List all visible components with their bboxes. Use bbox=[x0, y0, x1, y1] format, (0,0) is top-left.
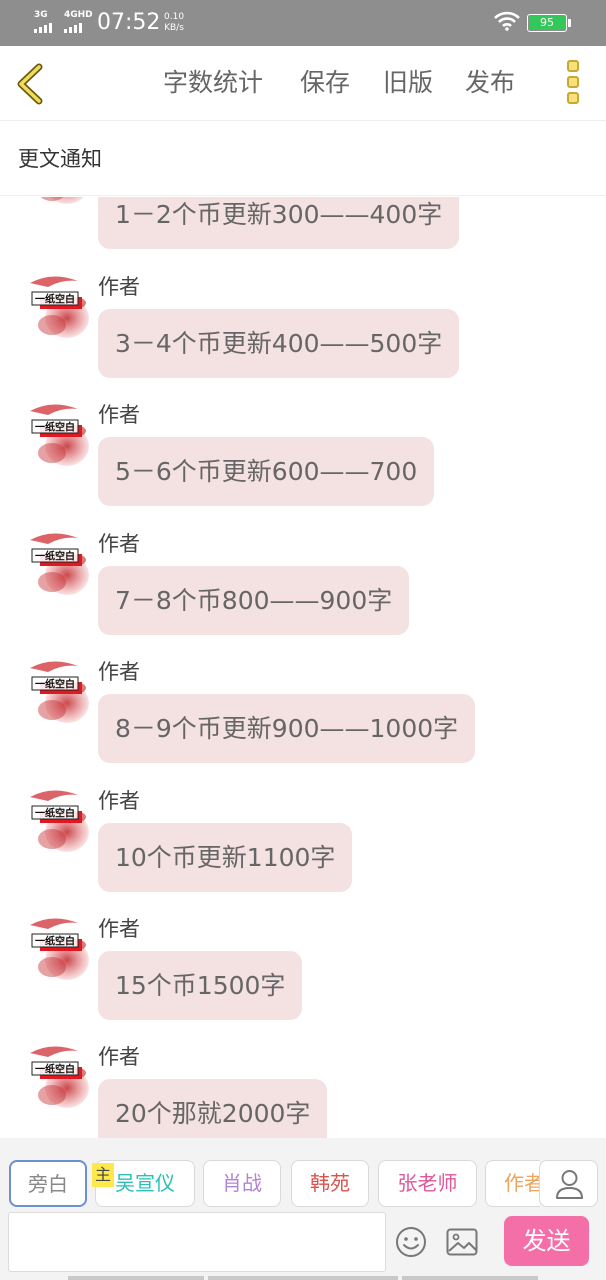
message-bubble[interactable]: 1－2个币更新300——400字 bbox=[98, 197, 460, 249]
wifi-icon bbox=[494, 11, 520, 31]
word-count-button[interactable]: 字数统计 bbox=[163, 66, 263, 100]
chapter-title: 更文通知 bbox=[18, 147, 102, 171]
signal-bars-icon bbox=[34, 23, 52, 33]
host-badge: 主 bbox=[92, 1163, 114, 1187]
role-han-yuan[interactable]: 韩苑 bbox=[291, 1160, 369, 1207]
author-name: 作者 bbox=[98, 275, 140, 299]
message-bubble[interactable]: 5－6个币更新600——700 bbox=[98, 437, 435, 506]
network-speed: 0.10 KB/s bbox=[164, 12, 184, 34]
author-name: 作者 bbox=[98, 789, 140, 813]
message-bubble[interactable]: 10个币更新1100字 bbox=[98, 823, 353, 892]
signal-3g-label: 3G bbox=[34, 10, 48, 20]
author-avatar[interactable] bbox=[22, 787, 92, 857]
nav-indicator bbox=[208, 1276, 398, 1280]
save-button[interactable]: 保存 bbox=[300, 66, 350, 100]
role-xiao-zhan[interactable]: 肖战 bbox=[203, 1160, 281, 1207]
author-name: 作者 bbox=[98, 1045, 140, 1069]
emoji-icon[interactable] bbox=[395, 1226, 427, 1258]
top-nav: 字数统计 保存 旧版 发布 bbox=[0, 46, 606, 121]
author-avatar[interactable] bbox=[22, 658, 92, 728]
clock: 07:52 bbox=[97, 10, 161, 35]
speed-unit: KB/s bbox=[164, 23, 184, 33]
author-name: 作者 bbox=[98, 917, 140, 941]
message-bubble[interactable]: 3－4个币更新400——500字 bbox=[98, 309, 460, 378]
message-bubble[interactable]: 15个币1500字 bbox=[98, 951, 303, 1020]
status-bar: 3G 4GHD 07:52 0.10 KB/s 95 bbox=[0, 0, 606, 46]
signal-bars-icon bbox=[64, 23, 82, 33]
message-bubble[interactable]: 20个那就2000字 bbox=[98, 1079, 328, 1138]
person-icon bbox=[556, 1170, 583, 1199]
manage-roles-button[interactable] bbox=[539, 1160, 598, 1207]
publish-button[interactable]: 发布 bbox=[465, 66, 515, 100]
role-narrator[interactable]: 旁白 bbox=[9, 1160, 87, 1207]
author-avatar[interactable] bbox=[22, 273, 92, 343]
chevron-left-icon[interactable] bbox=[12, 62, 52, 106]
author-avatar[interactable] bbox=[22, 401, 92, 471]
chat-list[interactable]: 1－2个币更新300——400字 1－2个币更新300——400字 作者 3－4… bbox=[0, 197, 606, 1138]
author-avatar[interactable] bbox=[22, 915, 92, 985]
composer: 旁白 吴宣仪 肖战 韩苑 张老师 作者 发送 bbox=[0, 1138, 606, 1280]
nav-indicator bbox=[402, 1276, 538, 1280]
author-name: 作者 bbox=[98, 532, 140, 556]
battery-icon: 95 bbox=[527, 14, 567, 32]
author-name: 作者 bbox=[98, 660, 140, 684]
message-bubble[interactable]: 8－9个币更新900——1000字 bbox=[98, 694, 476, 763]
more-vertical-icon[interactable] bbox=[562, 60, 584, 108]
battery-level: 95 bbox=[529, 16, 565, 30]
author-avatar[interactable] bbox=[22, 1043, 92, 1113]
role-teacher-zhang[interactable]: 张老师 bbox=[378, 1160, 477, 1207]
role-author[interactable]: 作者 bbox=[485, 1160, 540, 1207]
author-avatar[interactable] bbox=[22, 530, 92, 600]
author-name: 作者 bbox=[98, 403, 140, 427]
image-icon[interactable] bbox=[446, 1228, 478, 1256]
role-selector[interactable]: 旁白 吴宣仪 肖战 韩苑 张老师 作者 bbox=[0, 1160, 540, 1208]
chapter-title-bar[interactable]: 更文通知 bbox=[0, 122, 606, 196]
send-button[interactable]: 发送 bbox=[504, 1216, 589, 1266]
message-input[interactable] bbox=[8, 1212, 386, 1272]
speed-value: 0.10 bbox=[164, 12, 185, 22]
author-avatar[interactable] bbox=[22, 197, 92, 209]
battery-tip bbox=[568, 19, 571, 27]
nav-indicator bbox=[68, 1276, 204, 1280]
signal-4g-label: 4GHD bbox=[64, 10, 93, 20]
old-version-button[interactable]: 旧版 bbox=[383, 66, 433, 100]
message-bubble[interactable]: 7－8个币800——900字 bbox=[98, 566, 410, 635]
